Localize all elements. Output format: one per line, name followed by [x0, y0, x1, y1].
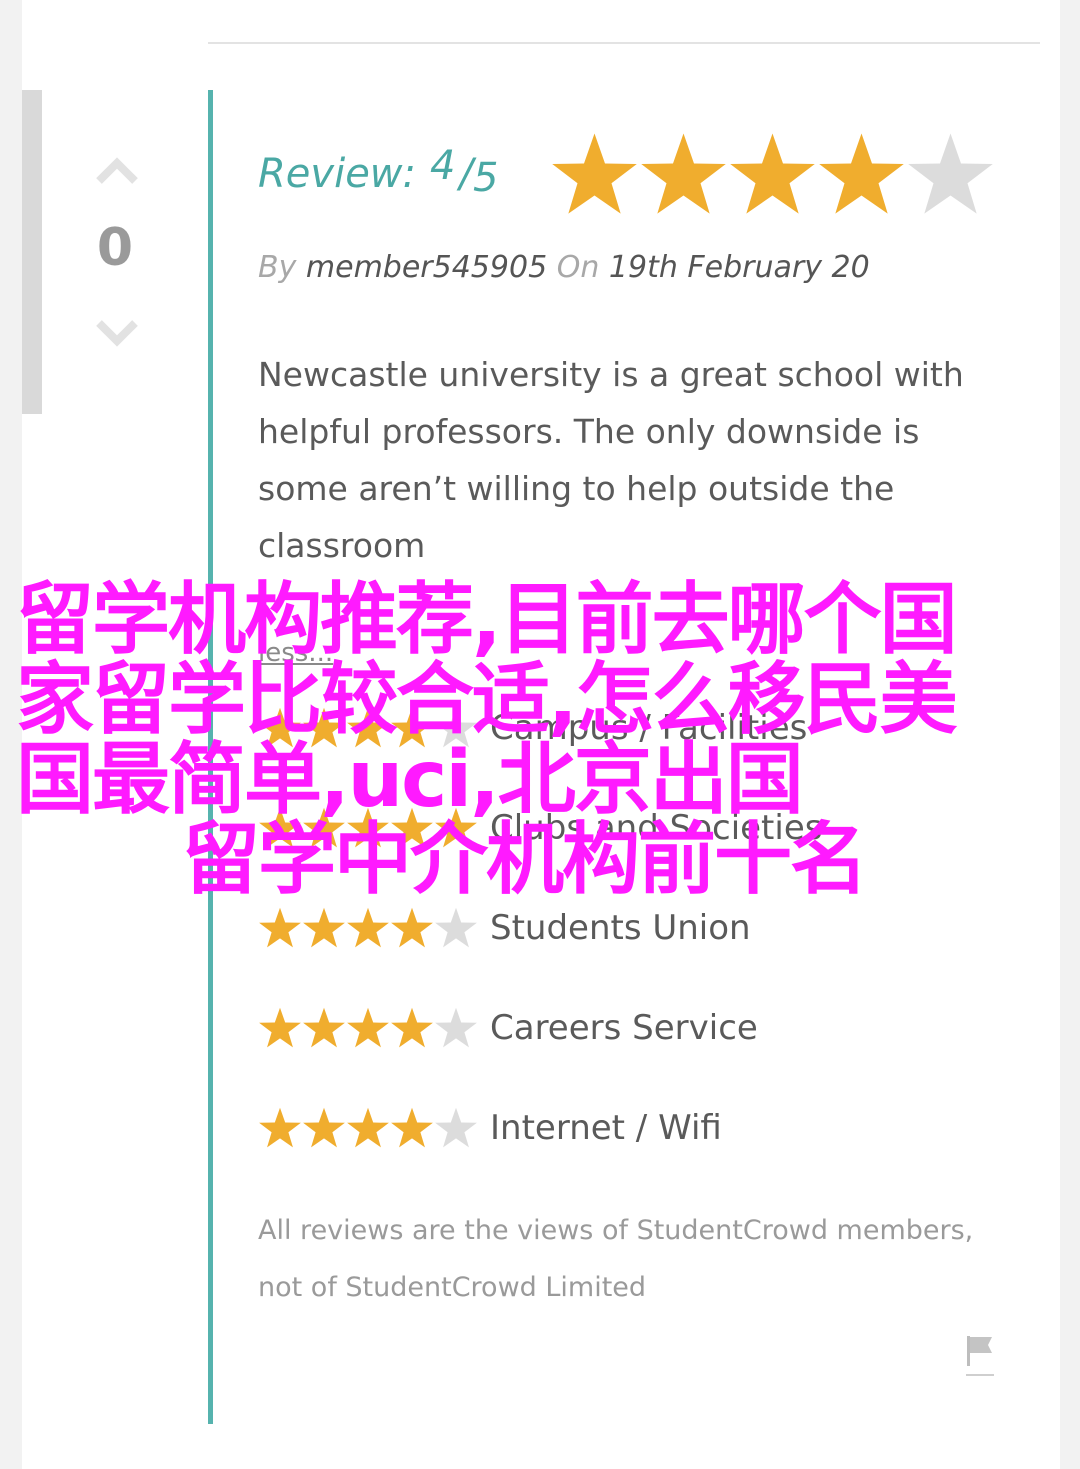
- overlay-line: 国最简单,uci,北京出国: [16, 735, 804, 825]
- chevron-up-icon: [96, 157, 138, 184]
- star-empty-icon: [435, 1007, 477, 1048]
- divider: [208, 42, 1040, 44]
- review-score-max: 5: [472, 155, 499, 201]
- overlay-caption: 留学机构推荐,目前去哪个国 家留学比较合适,怎么移民美 国最简单,uci,北京出…: [16, 580, 1026, 900]
- category-rating-label: Careers Service: [490, 1008, 758, 1048]
- review-label: Review:: [258, 151, 416, 197]
- downvote-button[interactable]: [92, 314, 142, 354]
- by-label: By: [258, 250, 297, 285]
- category-rating-row: Careers Service: [258, 998, 758, 1058]
- disclaimer: All reviews are the views of StudentCrow…: [258, 1215, 974, 1303]
- on-label: On: [556, 250, 600, 285]
- star-empty-icon: [908, 133, 993, 214]
- upvote-button[interactable]: [92, 150, 142, 190]
- vote-count: 0: [96, 218, 134, 278]
- star-filled-icon: [303, 1007, 345, 1048]
- star-filled-icon: [391, 907, 433, 948]
- review-score-title: Review: 4/5: [258, 143, 498, 201]
- star-filled-icon: [730, 133, 815, 214]
- category-rating-row: Students Union: [258, 898, 751, 958]
- review-date: 19th February 20: [608, 250, 870, 285]
- category-rating-stars: [258, 906, 486, 950]
- star-empty-icon: [435, 907, 477, 948]
- category-rating-row: Internet / Wifi: [258, 1098, 722, 1158]
- report-button[interactable]: [962, 1332, 998, 1378]
- star-empty-icon: [435, 1107, 477, 1148]
- overall-rating-stars: [550, 130, 995, 219]
- vote-bar: [22, 90, 42, 414]
- review-body: Newcastle university is a great school w…: [258, 355, 964, 565]
- overlay-line: 家留学比较合适,怎么移民美: [16, 655, 958, 745]
- star-filled-icon: [347, 1007, 389, 1048]
- overlay-line: 留学中介机构前十名: [182, 815, 868, 905]
- review-score: 4: [430, 143, 456, 189]
- star-filled-icon: [303, 1107, 345, 1148]
- review-author[interactable]: member545905: [306, 250, 547, 285]
- star-filled-icon: [259, 1107, 301, 1148]
- star-filled-icon: [259, 1007, 301, 1048]
- star-filled-icon: [819, 133, 904, 214]
- category-rating-stars: [258, 1006, 486, 1050]
- category-rating-stars: [258, 1106, 486, 1150]
- review-byline: By member545905 On 19th February 20: [258, 250, 870, 285]
- star-filled-icon: [347, 1107, 389, 1148]
- star-filled-icon: [303, 907, 345, 948]
- star-filled-icon: [552, 133, 637, 214]
- star-filled-icon: [641, 133, 726, 214]
- category-rating-label: Students Union: [490, 908, 751, 948]
- star-filled-icon: [391, 1007, 433, 1048]
- category-rating-label: Internet / Wifi: [490, 1108, 722, 1148]
- overlay-line: 留学机构推荐,目前去哪个国: [16, 575, 958, 665]
- star-filled-icon: [259, 907, 301, 948]
- flag-icon: [966, 1336, 994, 1376]
- star-filled-icon: [391, 1107, 433, 1148]
- review-score-slash: /: [459, 151, 473, 197]
- chevron-down-icon: [96, 320, 138, 347]
- star-filled-icon: [347, 907, 389, 948]
- review-header: Review: 4/5: [258, 134, 498, 214]
